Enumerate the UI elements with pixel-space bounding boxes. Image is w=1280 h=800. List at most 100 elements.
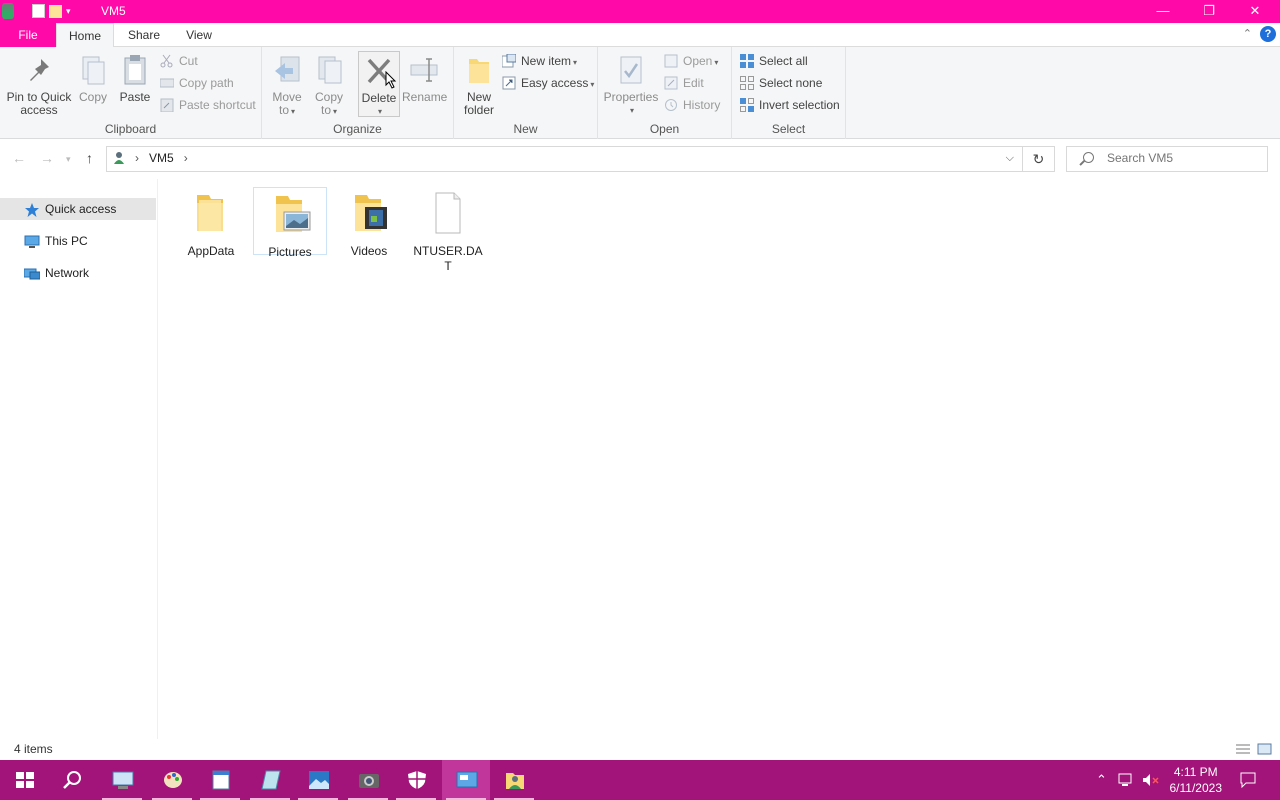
breadcrumb-separator-icon: ›: [135, 151, 139, 165]
close-button[interactable]: ✕: [1232, 0, 1278, 23]
user-folder-icon[interactable]: [2, 3, 14, 19]
properties-button[interactable]: Properties ▾: [602, 51, 660, 117]
select-none-button[interactable]: Select none: [740, 73, 822, 93]
new-folder-icon: [463, 53, 495, 87]
rename-icon: [408, 53, 440, 87]
tab-file[interactable]: File: [0, 23, 56, 47]
paste-button[interactable]: Paste: [116, 51, 154, 104]
invert-selection-button[interactable]: Invert selection: [740, 95, 840, 115]
tab-view[interactable]: View: [174, 23, 224, 47]
new-folder-button[interactable]: New folder: [460, 51, 498, 117]
file-name: Videos: [350, 244, 388, 258]
back-arrow-icon[interactable]: ←: [12, 150, 26, 166]
show-hidden-icons-chevron-icon[interactable]: ⌃: [1096, 772, 1107, 788]
taskbar-search-button[interactable]: [48, 760, 96, 800]
windows-logo-icon: [16, 772, 34, 788]
easy-access-button[interactable]: Easy access ▾: [502, 73, 594, 93]
minimize-button[interactable]: —: [1140, 0, 1186, 23]
edit-icon: [664, 76, 678, 90]
file-item-pictures[interactable]: Pictures: [253, 187, 327, 259]
tab-home[interactable]: Home: [56, 23, 114, 48]
taskbar-app-photos[interactable]: [294, 760, 342, 800]
invert-selection-icon: [740, 98, 754, 112]
search-box[interactable]: [1066, 146, 1268, 172]
help-icon[interactable]: ?: [1260, 26, 1276, 42]
paint-palette-icon: [164, 772, 182, 788]
control-panel-icon: [456, 771, 478, 788]
easy-access-icon: [502, 76, 516, 90]
restore-button[interactable]: ❐: [1186, 0, 1232, 23]
videos-folder-icon: [345, 191, 393, 235]
nav-item-this-pc[interactable]: This PC: [0, 230, 156, 252]
easy-access-label: Easy access: [521, 76, 589, 90]
taskbar-app-file-explorer[interactable]: [490, 760, 538, 800]
folder-icon: [187, 191, 235, 235]
edit-label: Edit: [683, 76, 704, 90]
volume-muted-icon[interactable]: [1142, 773, 1160, 787]
paste-shortcut-button[interactable]: Paste shortcut: [160, 95, 256, 115]
open-button[interactable]: Open ▾: [664, 51, 718, 71]
taskbar-app-camera[interactable]: [344, 760, 392, 800]
tab-share[interactable]: Share: [116, 23, 172, 47]
clock-date: 6/11/2023: [1169, 781, 1223, 795]
address-bar[interactable]: › VM5 › ⌵: [106, 146, 1023, 172]
edit-button[interactable]: Edit: [664, 73, 704, 93]
taskbar-app-wordpad[interactable]: [196, 760, 244, 800]
new-folder-icon[interactable]: [49, 5, 62, 18]
taskbar-app-remote-desktop[interactable]: [98, 760, 146, 800]
move-to-button[interactable]: Move to ▾: [270, 51, 304, 118]
rename-button[interactable]: Rename: [402, 51, 447, 104]
search-input[interactable]: [1107, 151, 1257, 165]
user-folder-icon: [506, 773, 524, 789]
taskbar-app-paint[interactable]: [148, 760, 196, 800]
pin-icon: [23, 53, 55, 87]
taskbar-app-notepad[interactable]: [246, 760, 294, 800]
properties-dropdown-icon: ▾: [629, 106, 634, 115]
copy-path-icon: [159, 76, 175, 90]
cut-button[interactable]: Cut: [160, 51, 198, 71]
taskbar-app-security[interactable]: [392, 760, 440, 800]
breadcrumb-vm5[interactable]: VM5: [149, 151, 174, 165]
nav-item-network[interactable]: Network: [0, 262, 156, 284]
breadcrumb-separator-icon[interactable]: ›: [184, 151, 188, 165]
taskbar: ⌃ 4:11 PM 6/11/2023: [0, 760, 1280, 800]
collapse-ribbon-chevron-icon[interactable]: ⌃: [1243, 27, 1252, 40]
computer-icon: [24, 234, 40, 248]
forward-arrow-icon[interactable]: →: [40, 150, 54, 166]
address-history-chevron-icon[interactable]: ⌵: [1006, 152, 1014, 165]
start-button[interactable]: [0, 760, 48, 800]
customize-toolbar-chevron-icon[interactable]: ▾: [66, 3, 76, 19]
copy-button[interactable]: Copy: [76, 51, 110, 104]
window-title: VM5: [101, 4, 126, 18]
nav-item-label: This PC: [45, 234, 88, 248]
ribbon-tabs: File Home Share View ⌃ ?: [0, 23, 1280, 48]
history-icon: [664, 98, 678, 112]
notifications-icon[interactable]: [1240, 772, 1256, 788]
copy-path-label: Copy path: [179, 76, 234, 90]
nav-item-label: Network: [45, 266, 90, 280]
paste-shortcut-label: Paste shortcut: [179, 98, 256, 112]
recent-locations-chevron-icon[interactable]: ▾: [66, 154, 71, 165]
search-icon: [63, 771, 81, 789]
title-bar: ▾ VM5 — ❐ ✕: [0, 0, 1280, 23]
network-status-icon[interactable]: [1118, 773, 1134, 787]
properties-icon[interactable]: [32, 4, 45, 18]
up-arrow-icon[interactable]: ↑: [86, 150, 93, 166]
select-all-button[interactable]: Select all: [740, 51, 808, 71]
refresh-icon[interactable]: ↻: [1023, 146, 1055, 172]
history-button[interactable]: History: [664, 95, 720, 115]
pin-to-quick-access-button[interactable]: Pin to Quick access: [4, 51, 74, 117]
file-item-videos[interactable]: Videos: [332, 187, 406, 258]
copy-to-button[interactable]: Copy to ▾: [312, 51, 346, 118]
new-item-button[interactable]: New item ▾: [501, 51, 577, 71]
paste-shortcut-icon: [160, 98, 174, 113]
file-item-appdata[interactable]: AppData: [174, 187, 248, 258]
large-icons-view-icon[interactable]: [1257, 742, 1273, 756]
nav-item-quick-access[interactable]: Quick access: [0, 198, 156, 220]
copy-path-button[interactable]: Copy path: [159, 73, 234, 93]
move-to-icon: [271, 53, 303, 87]
system-clock[interactable]: 4:11 PM 6/11/2023: [1170, 764, 1223, 796]
taskbar-app-control-panel[interactable]: [442, 760, 490, 800]
details-view-icon[interactable]: [1235, 742, 1251, 756]
file-item-ntuser-dat[interactable]: NTUSER.DAT: [411, 187, 485, 273]
